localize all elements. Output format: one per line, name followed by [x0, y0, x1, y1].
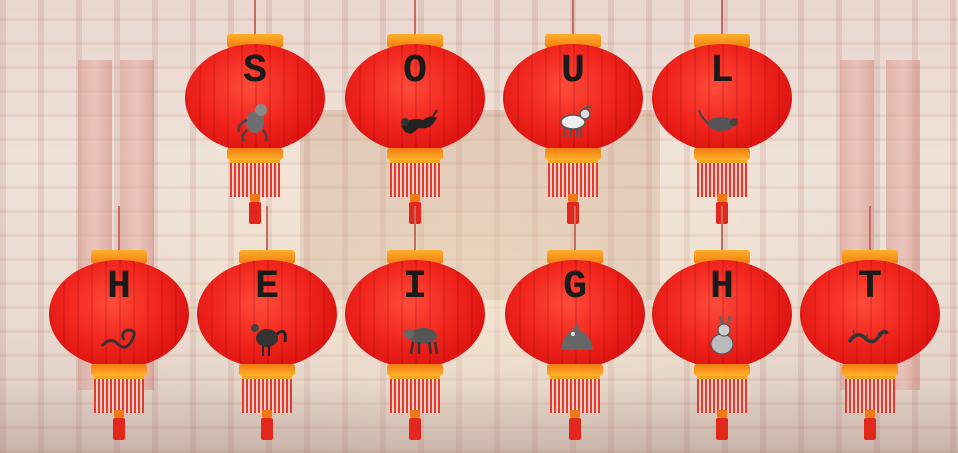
lantern-tassel-knob: [717, 410, 727, 418]
lantern-fringe: [390, 376, 440, 413]
lantern-cap: [387, 148, 443, 160]
lantern-tassel-knob: [262, 410, 272, 418]
lantern-string: [574, 206, 576, 252]
ox-icon: [404, 328, 439, 355]
lantern-letter: S: [242, 49, 267, 94]
lantern-letter: U: [560, 49, 585, 94]
lantern-string: [266, 206, 268, 252]
lantern-cap: [547, 364, 603, 376]
lantern-bottom-1[interactable]: H: [49, 206, 189, 446]
lantern-letter: L: [709, 49, 734, 94]
lantern-tassel-knob: [250, 194, 260, 202]
lantern-cap: [694, 148, 750, 160]
lantern-string: [869, 206, 871, 252]
wolf-icon: [561, 322, 593, 350]
lantern-bottom-2[interactable]: E: [197, 206, 337, 446]
lantern-letter: H: [709, 265, 734, 310]
lantern-tassel: [261, 418, 273, 440]
lantern-string: [414, 206, 416, 252]
lantern-fringe: [697, 160, 747, 197]
lantern-fringe: [550, 376, 600, 413]
lantern-top-3[interactable]: U: [503, 0, 643, 230]
dog-icon: [401, 109, 438, 134]
lantern-letter: E: [254, 265, 279, 310]
lantern-fringe: [94, 376, 144, 413]
lantern-letter: O: [402, 49, 427, 94]
lantern-string: [721, 206, 723, 252]
goat-icon: [560, 105, 592, 138]
lantern-cap: [91, 364, 147, 376]
lantern-fringe: [230, 160, 280, 197]
lantern-tassel: [113, 418, 125, 440]
lantern-tassel-knob: [410, 410, 420, 418]
lantern-tassel: [249, 202, 261, 224]
dragon-icon: [847, 329, 889, 344]
snake-icon: [100, 328, 136, 349]
lantern-cap: [239, 364, 295, 376]
lantern-bottom-6[interactable]: T: [800, 206, 940, 446]
lantern-cap: [227, 148, 283, 160]
lantern-string: [254, 0, 256, 36]
lantern-fringe: [242, 376, 292, 413]
lantern-tassel-knob: [570, 410, 580, 418]
lantern-top-2[interactable]: O: [345, 0, 485, 230]
lantern-cap: [545, 148, 601, 160]
lantern-tassel: [864, 418, 876, 440]
lantern-bottom-5[interactable]: H: [652, 206, 792, 446]
lantern-fringe: [697, 376, 747, 413]
lantern-string: [414, 0, 416, 36]
lantern-top-4[interactable]: L: [652, 0, 792, 230]
rooster-icon: [251, 324, 287, 356]
lantern-bottom-3[interactable]: I: [345, 206, 485, 446]
lantern-letter: G: [562, 265, 587, 310]
lantern-fringe: [845, 376, 895, 413]
lantern-tassel: [569, 418, 581, 440]
lantern-letter: H: [106, 265, 131, 310]
lantern-top-1[interactable]: S: [185, 0, 325, 230]
lantern-letter: I: [402, 265, 427, 310]
lantern-cap: [694, 364, 750, 376]
lantern-tassel-knob: [717, 194, 727, 202]
lantern-tassel-knob: [114, 410, 124, 418]
lantern-fringe: [548, 160, 598, 197]
rabbit-icon: [710, 316, 734, 355]
lantern-bottom-4[interactable]: G: [505, 206, 645, 446]
lantern-tassel-knob: [568, 194, 578, 202]
lantern-tassel-knob: [865, 410, 875, 418]
lantern-string: [118, 206, 120, 252]
lantern-string: [721, 0, 723, 36]
lantern-fringe: [390, 160, 440, 197]
monkey-icon: [237, 104, 268, 142]
lantern-cap: [387, 364, 443, 376]
rat-icon: [698, 109, 738, 131]
lantern-tassel: [716, 418, 728, 440]
lantern-string: [572, 0, 574, 36]
lantern-letter: T: [857, 265, 882, 310]
lantern-tassel: [567, 202, 579, 224]
lantern-tassel: [409, 418, 421, 440]
lantern-tassel-knob: [410, 194, 420, 202]
lantern-cap: [842, 364, 898, 376]
